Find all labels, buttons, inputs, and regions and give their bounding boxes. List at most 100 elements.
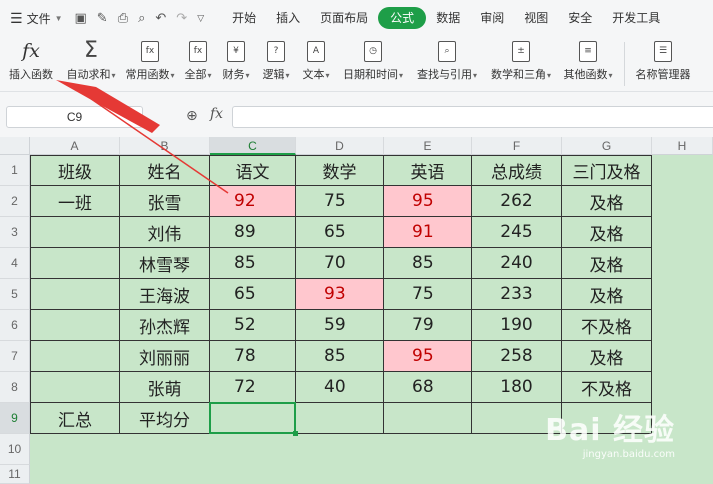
- fill-handle[interactable]: [293, 431, 298, 436]
- table-cell[interactable]: 及格: [562, 279, 652, 310]
- header-cell[interactable]: 姓名: [120, 155, 210, 186]
- table-cell[interactable]: 70: [296, 248, 384, 279]
- row-header-8[interactable]: 8: [0, 372, 30, 403]
- table-cell[interactable]: 258: [472, 341, 562, 372]
- table-cell[interactable]: [384, 403, 472, 434]
- table-cell[interactable]: 262: [472, 186, 562, 217]
- table-cell[interactable]: 一班: [30, 186, 120, 217]
- column-header-a[interactable]: A: [30, 137, 120, 155]
- other-functions-button[interactable]: ≡ 其他函数▾: [558, 36, 618, 82]
- header-cell[interactable]: 三门及格: [562, 155, 652, 186]
- insert-function-button[interactable]: fx 插入函数: [0, 36, 62, 82]
- all-functions-button[interactable]: fx 全部▾: [180, 36, 216, 82]
- column-header-e[interactable]: E: [384, 137, 472, 155]
- table-cell[interactable]: 75: [296, 186, 384, 217]
- table-cell[interactable]: 79: [384, 310, 472, 341]
- column-header-b[interactable]: B: [120, 137, 210, 155]
- select-all-corner[interactable]: [0, 137, 30, 155]
- table-cell[interactable]: 张萌: [120, 372, 210, 403]
- row-header-5[interactable]: 5: [0, 279, 30, 310]
- table-cell[interactable]: 92: [210, 186, 296, 217]
- row-header-9[interactable]: 9: [0, 403, 30, 434]
- tab-developer[interactable]: 开发工具: [602, 7, 670, 29]
- table-cell[interactable]: 190: [472, 310, 562, 341]
- table-cell[interactable]: 张雪: [120, 186, 210, 217]
- table-cell[interactable]: 89: [210, 217, 296, 248]
- table-cell[interactable]: 65: [210, 279, 296, 310]
- name-manager-button[interactable]: ☰ 名称管理器: [631, 36, 695, 82]
- table-cell[interactable]: 平均分: [120, 403, 210, 434]
- row-header-7[interactable]: 7: [0, 341, 30, 372]
- table-cell[interactable]: 75: [384, 279, 472, 310]
- name-box[interactable]: C9 ▼: [6, 106, 143, 128]
- table-cell[interactable]: 刘伟: [120, 217, 210, 248]
- row-header-10[interactable]: 10: [0, 434, 30, 465]
- tab-formulas[interactable]: 公式: [378, 7, 427, 29]
- lookup-button[interactable]: ⌕ 查找与引用▾: [410, 36, 484, 82]
- table-cell[interactable]: 72: [210, 372, 296, 403]
- column-header-f[interactable]: F: [472, 137, 562, 155]
- logic-button[interactable]: ? 逻辑▾: [256, 36, 296, 82]
- tab-view[interactable]: 视图: [514, 7, 558, 29]
- column-header-g[interactable]: G: [562, 137, 652, 155]
- format-painter-icon[interactable]: ✎: [97, 10, 108, 26]
- redo-icon[interactable]: ↷: [176, 10, 187, 26]
- undo-icon[interactable]: ↶: [155, 10, 166, 26]
- column-header-d[interactable]: D: [296, 137, 384, 155]
- row-header-11[interactable]: 11: [0, 465, 30, 484]
- more-icon[interactable]: ▽: [197, 13, 204, 24]
- table-cell[interactable]: 85: [384, 248, 472, 279]
- math-button[interactable]: ± 数学和三角▾: [484, 36, 558, 82]
- finance-button[interactable]: ¥ 财务▾: [216, 36, 256, 82]
- row-header-1[interactable]: 1: [0, 155, 30, 186]
- row-header-4[interactable]: 4: [0, 248, 30, 279]
- table-cell[interactable]: 180: [472, 372, 562, 403]
- file-menu[interactable]: ☰ 文件 ▼: [10, 10, 63, 27]
- save-icon[interactable]: ▣: [75, 10, 87, 26]
- table-cell[interactable]: 40: [296, 372, 384, 403]
- tab-insert[interactable]: 插入: [266, 7, 310, 29]
- tab-review[interactable]: 审阅: [470, 7, 514, 29]
- table-cell[interactable]: [30, 279, 120, 310]
- table-cell[interactable]: 59: [296, 310, 384, 341]
- tab-data[interactable]: 数据: [426, 7, 470, 29]
- table-cell[interactable]: [296, 403, 384, 434]
- header-cell[interactable]: 英语: [384, 155, 472, 186]
- table-cell[interactable]: 孙杰辉: [120, 310, 210, 341]
- header-cell[interactable]: 语文: [210, 155, 296, 186]
- header-cell[interactable]: 数学: [296, 155, 384, 186]
- table-cell[interactable]: 王海波: [120, 279, 210, 310]
- tab-page-layout[interactable]: 页面布局: [310, 7, 378, 29]
- table-cell[interactable]: [30, 217, 120, 248]
- table-cell[interactable]: 及格: [562, 186, 652, 217]
- table-cell[interactable]: [30, 310, 120, 341]
- table-cell[interactable]: 68: [384, 372, 472, 403]
- table-cell[interactable]: [30, 372, 120, 403]
- fx-icon[interactable]: fx: [210, 106, 223, 122]
- table-cell[interactable]: 95: [384, 341, 472, 372]
- print-icon[interactable]: ⎙: [118, 10, 128, 26]
- table-cell[interactable]: 不及格: [562, 372, 652, 403]
- table-cell[interactable]: 91: [384, 217, 472, 248]
- table-cell[interactable]: [30, 248, 120, 279]
- formula-input[interactable]: [232, 106, 713, 128]
- table-cell[interactable]: 65: [296, 217, 384, 248]
- table-cell[interactable]: 及格: [562, 248, 652, 279]
- common-functions-button[interactable]: fx 常用函数▾: [120, 36, 180, 82]
- print-preview-icon[interactable]: ⌕: [138, 10, 145, 26]
- column-header-h[interactable]: H: [652, 137, 713, 155]
- table-cell[interactable]: 78: [210, 341, 296, 372]
- table-cell[interactable]: 233: [472, 279, 562, 310]
- header-cell[interactable]: 班级: [30, 155, 120, 186]
- table-cell[interactable]: 240: [472, 248, 562, 279]
- tab-security[interactable]: 安全: [558, 7, 602, 29]
- autosum-button[interactable]: Σ 自动求和▾: [62, 36, 120, 82]
- table-cell[interactable]: 95: [384, 186, 472, 217]
- text-button[interactable]: A 文本▾: [296, 36, 336, 82]
- tab-home[interactable]: 开始: [222, 7, 266, 29]
- datetime-button[interactable]: ◷ 日期和时间▾: [336, 36, 410, 82]
- table-cell[interactable]: 汇总: [30, 403, 120, 434]
- zoom-search-icon[interactable]: ⊕: [186, 107, 198, 124]
- table-cell[interactable]: 85: [210, 248, 296, 279]
- table-cell[interactable]: 93: [296, 279, 384, 310]
